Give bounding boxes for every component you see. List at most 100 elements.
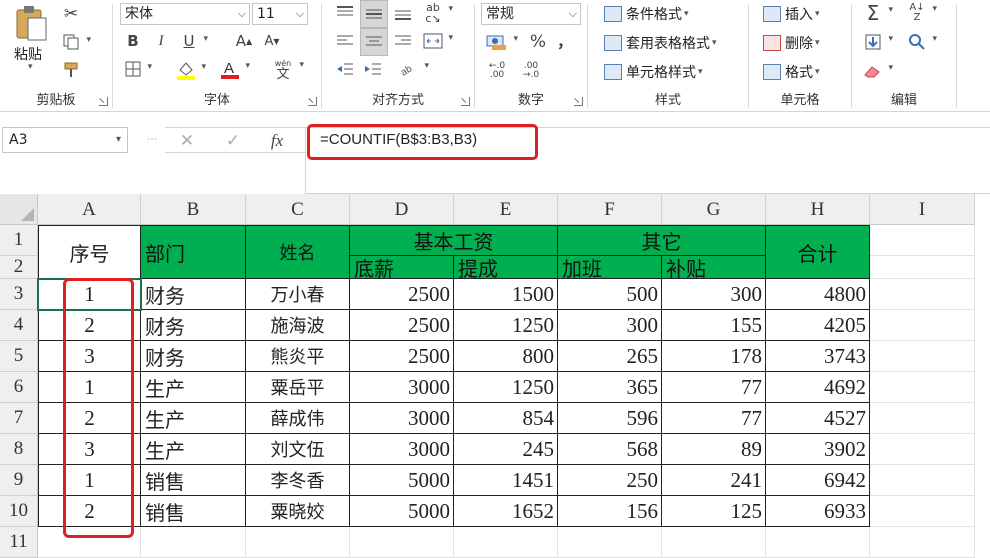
header-other-group[interactable]: 其它 <box>558 225 766 256</box>
underline-button[interactable]: U <box>179 31 209 51</box>
row-header-4[interactable]: 4 <box>0 310 38 341</box>
name-box[interactable]: A3 ▾ <box>2 127 128 153</box>
align-left-icon[interactable] <box>334 30 356 52</box>
font-name-select[interactable]: 宋体 ⌵ <box>120 3 250 25</box>
row-header-9[interactable]: 9 <box>0 465 38 496</box>
cell-empty[interactable] <box>870 403 975 434</box>
cell-name[interactable]: 粟晓姣 <box>246 496 350 527</box>
phonetic-guide-icon[interactable]: wén 文 <box>271 58 304 82</box>
row-header-8[interactable]: 8 <box>0 434 38 465</box>
increase-indent-icon[interactable] <box>362 58 384 80</box>
header-seq[interactable]: 序号 <box>38 225 141 279</box>
decrease-indent-icon[interactable] <box>334 58 356 80</box>
cell-base[interactable]: 5000 <box>350 496 454 527</box>
cell-name[interactable]: 刘文伍 <box>246 434 350 465</box>
cell-overtime[interactable]: 568 <box>558 434 662 465</box>
cell-empty[interactable] <box>870 225 975 256</box>
cell-total[interactable]: 4205 <box>766 310 870 341</box>
cell-empty[interactable] <box>558 527 662 558</box>
cell-dept[interactable]: 生产 <box>141 372 246 403</box>
column-header-f[interactable]: F <box>558 194 662 225</box>
column-header-e[interactable]: E <box>454 194 558 225</box>
row-header-1[interactable]: 1 <box>0 225 38 256</box>
cell-total[interactable]: 4800 <box>766 279 870 310</box>
align-bottom-icon[interactable] <box>392 2 414 24</box>
decrease-decimal-icon[interactable]: .00 →.0 <box>519 59 543 83</box>
cell-empty[interactable] <box>870 434 975 465</box>
cell-base[interactable]: 3000 <box>350 372 454 403</box>
cell-total[interactable]: 4692 <box>766 372 870 403</box>
enter-icon[interactable]: ✓ <box>221 130 245 152</box>
cell-empty[interactable] <box>870 527 975 558</box>
cell-commission[interactable]: 1250 <box>454 310 558 341</box>
cell-dept[interactable]: 财务 <box>141 279 246 310</box>
cell-total[interactable]: 6933 <box>766 496 870 527</box>
cell-total[interactable]: 3902 <box>766 434 870 465</box>
header-total[interactable]: 合计 <box>766 225 870 279</box>
cell-base[interactable]: 2500 <box>350 279 454 310</box>
header-base-group[interactable]: 基本工资 <box>350 225 558 256</box>
cell-allowance[interactable]: 77 <box>662 403 766 434</box>
delete-button[interactable]: 删除 ▾ <box>763 33 820 53</box>
percent-button[interactable]: % <box>527 31 549 53</box>
row-header-11[interactable]: 11 <box>0 527 38 558</box>
cell-name[interactable]: 薛成伟 <box>246 403 350 434</box>
format-painter-icon[interactable] <box>60 60 82 80</box>
cell-empty[interactable] <box>870 496 975 527</box>
clipboard-launcher-icon[interactable] <box>99 97 108 106</box>
cell-empty[interactable] <box>870 256 975 279</box>
insert-button[interactable]: 插入 ▾ <box>763 4 820 24</box>
cell-empty[interactable] <box>141 527 246 558</box>
align-right-icon[interactable] <box>392 30 414 52</box>
italic-button[interactable]: I <box>151 31 171 51</box>
column-header-i[interactable]: I <box>870 194 975 225</box>
cell-overtime[interactable]: 500 <box>558 279 662 310</box>
cell-commission[interactable]: 1652 <box>454 496 558 527</box>
column-header-h[interactable]: H <box>766 194 870 225</box>
cell-overtime[interactable]: 265 <box>558 341 662 372</box>
cell-dept[interactable]: 销售 <box>141 465 246 496</box>
cell-total[interactable]: 4527 <box>766 403 870 434</box>
cell-commission[interactable]: 854 <box>454 403 558 434</box>
cell-base[interactable]: 2500 <box>350 310 454 341</box>
cell-seq[interactable]: 1 <box>38 372 141 403</box>
cell-base[interactable]: 3000 <box>350 434 454 465</box>
cell-dept[interactable]: 财务 <box>141 310 246 341</box>
cell-seq[interactable]: 2 <box>38 496 141 527</box>
header-dept[interactable]: 部门 <box>141 225 246 279</box>
alignment-launcher-icon[interactable] <box>461 97 470 106</box>
cell-dept[interactable]: 生产 <box>141 434 246 465</box>
cell-base[interactable]: 3000 <box>350 403 454 434</box>
cell-name[interactable]: 熊炎平 <box>246 341 350 372</box>
column-header-g[interactable]: G <box>662 194 766 225</box>
cell-base[interactable]: 5000 <box>350 465 454 496</box>
fill-color-icon[interactable] <box>175 59 206 81</box>
cell-styles-button[interactable]: 单元格样式 ▾ <box>604 62 703 82</box>
text-direction-icon[interactable]: ab <box>398 58 429 80</box>
formula-bar-splitter[interactable]: ⋮ <box>146 134 157 145</box>
autosum-icon[interactable]: Σ <box>862 1 893 25</box>
cell-empty[interactable] <box>766 527 870 558</box>
cancel-icon[interactable]: ✕ <box>175 130 199 152</box>
cell-overtime[interactable]: 596 <box>558 403 662 434</box>
cell-empty[interactable] <box>38 527 141 558</box>
header-base[interactable]: 底薪 <box>350 256 454 279</box>
cell-total[interactable]: 3743 <box>766 341 870 372</box>
cell-allowance[interactable]: 241 <box>662 465 766 496</box>
cell-seq[interactable]: 1 <box>38 465 141 496</box>
cell-empty[interactable] <box>246 527 350 558</box>
cell-allowance[interactable]: 77 <box>662 372 766 403</box>
increase-decimal-icon[interactable]: ←.0.00 <box>485 59 509 83</box>
cell-allowance[interactable]: 89 <box>662 434 766 465</box>
cell-empty[interactable] <box>454 527 558 558</box>
column-header-b[interactable]: B <box>141 194 246 225</box>
cell-seq[interactable]: 2 <box>38 403 141 434</box>
cell-commission[interactable]: 245 <box>454 434 558 465</box>
font-size-select[interactable]: 11 ⌵ <box>252 3 308 25</box>
cell-empty[interactable] <box>870 279 975 310</box>
bold-button[interactable]: B <box>123 31 143 51</box>
orientation-icon[interactable]: ab c↘ <box>422 2 453 24</box>
font-launcher-icon[interactable] <box>308 97 317 106</box>
number-format-select[interactable]: 常规 ⌵ <box>481 3 581 25</box>
align-middle-icon[interactable] <box>360 0 388 28</box>
